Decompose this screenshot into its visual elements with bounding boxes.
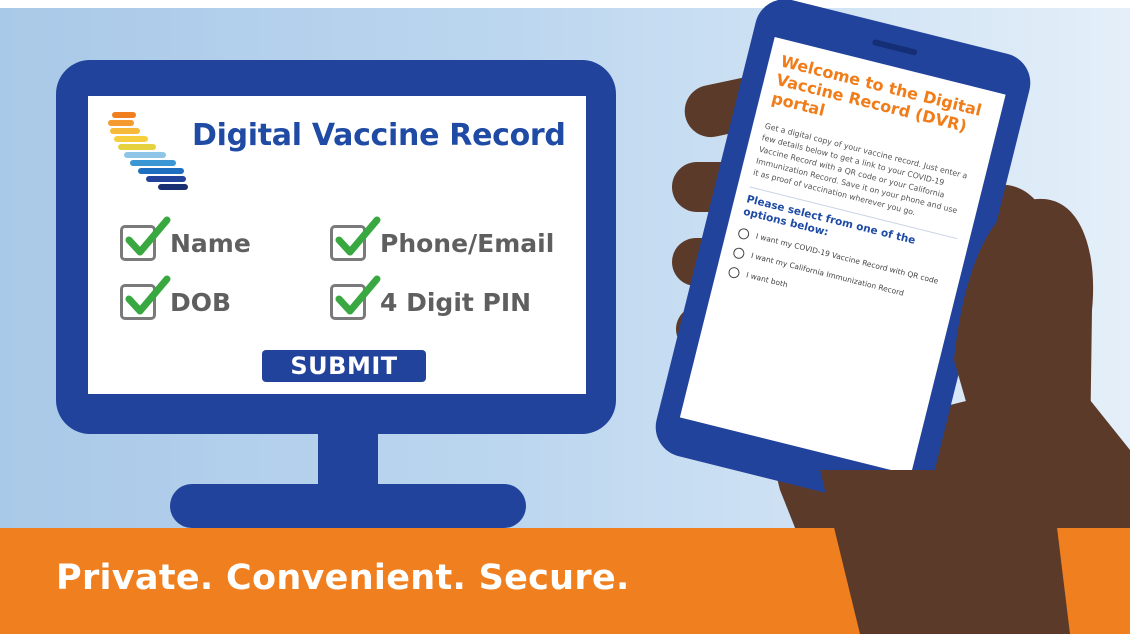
option-label: I want both	[745, 270, 789, 290]
submit-button[interactable]: SUBMIT	[262, 350, 426, 382]
phone-email-checkbox[interactable]	[330, 216, 381, 261]
field-phone-email-item: Phone/Email	[330, 216, 555, 261]
name-label: Name	[170, 228, 251, 258]
dob-checkbox[interactable]	[120, 275, 171, 320]
field-dob-item: DOB	[120, 275, 232, 320]
illustration-scene: Digital Vaccine Record Name Phone/Email …	[0, 0, 1130, 634]
dob-label: DOB	[170, 287, 232, 317]
pin-checkbox[interactable]	[330, 275, 381, 320]
field-name-item: Name	[120, 216, 251, 261]
pin-label: 4 Digit PIN	[380, 287, 532, 317]
checkmark-icon	[125, 275, 171, 315]
field-pin-item: 4 Digit PIN	[330, 275, 532, 320]
radio-button[interactable]	[737, 227, 751, 241]
california-stripes-logo-icon	[108, 112, 188, 190]
wrist-illustration	[820, 470, 1070, 634]
phone-email-label: Phone/Email	[380, 228, 555, 258]
thumb-illustration	[954, 198, 1094, 450]
checkmark-icon	[125, 216, 171, 256]
page-title: Digital Vaccine Record	[192, 118, 566, 153]
monitor-stand-base	[170, 484, 526, 528]
checkmark-icon	[335, 216, 381, 256]
name-checkbox[interactable]	[120, 216, 171, 261]
radio-button[interactable]	[732, 246, 746, 260]
tagline: Private. Convenient. Secure.	[56, 558, 630, 598]
checkmark-icon	[335, 275, 381, 315]
radio-button[interactable]	[727, 265, 741, 280]
top-border	[0, 0, 1130, 8]
